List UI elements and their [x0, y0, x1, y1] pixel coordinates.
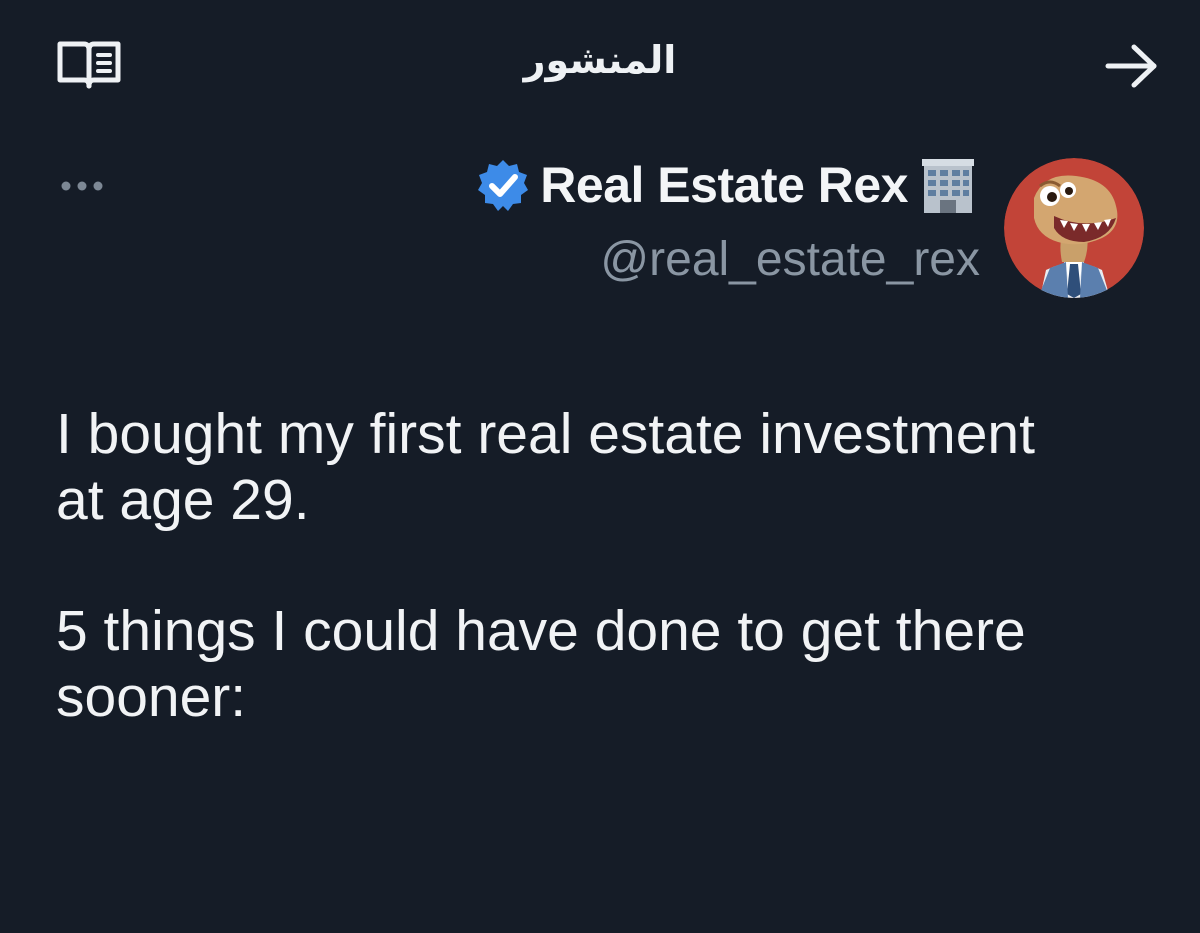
verified-badge-icon: [478, 160, 529, 211]
post-paragraph: 5 things I could have done to get there …: [56, 599, 1026, 729]
page-title: المنشور: [523, 38, 677, 82]
author-handle[interactable]: @real_estate_rex: [600, 232, 980, 287]
author-name-row[interactable]: Real Estate Rex: [476, 152, 978, 218]
post-text: I bought my first real estate investment…: [56, 402, 1056, 730]
post-paragraph: I bought my first real estate investment…: [56, 402, 1035, 532]
show-more-link[interactable]: [960, 920, 1040, 933]
more-options-button[interactable]: [58, 168, 106, 204]
dinosaur-avatar-icon: [1004, 158, 1144, 298]
arrow-right-icon[interactable]: [1100, 38, 1162, 94]
avatar[interactable]: [1004, 158, 1144, 298]
author-display-name: Real Estate Rex: [540, 157, 908, 213]
building-icon: [922, 159, 974, 213]
reader-mode-icon[interactable]: [54, 36, 124, 92]
top-bar: المنشور: [0, 0, 1200, 130]
